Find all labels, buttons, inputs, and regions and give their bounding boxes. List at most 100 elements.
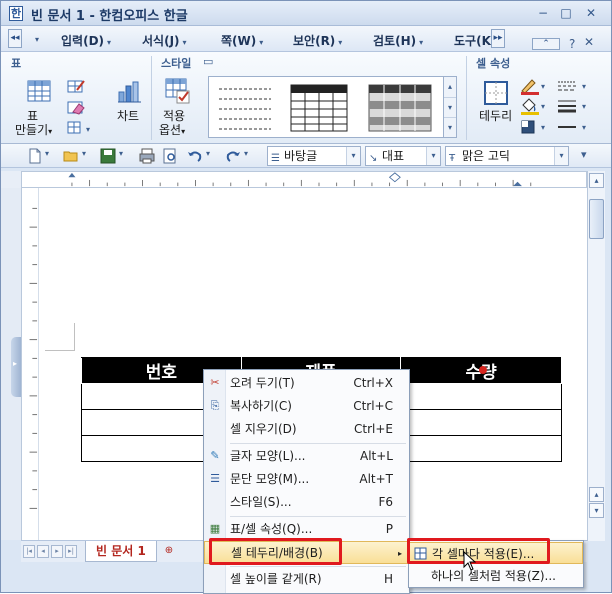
chevron-down-icon[interactable]: ▾ [244, 149, 248, 158]
scroll-up-button[interactable]: ▴ [589, 173, 604, 188]
group-separator [466, 56, 467, 140]
app-window: 한 빈 문서 1 - 한컴오피스 한글 − □ ✕ ◂◂ ▾ 입력(D) ▾ 서식… [0, 0, 612, 594]
vertical-ruler[interactable] [23, 188, 39, 540]
window-title: 빈 문서 1 - 한컴오피스 한글 [31, 9, 188, 24]
pen-color-icon[interactable]: ▾ [519, 77, 549, 95]
chevron-down-icon[interactable]: ▾ [45, 149, 49, 158]
table-props-icon: ▦ [209, 522, 221, 535]
style-combo[interactable]: ☰ 바탕글 ▾ [267, 146, 361, 166]
highlight-box [407, 538, 550, 564]
gallery-scroll[interactable]: ▴ ▾ ▾ [444, 76, 457, 138]
table-create-icon[interactable] [27, 80, 51, 102]
table-style-previews[interactable] [209, 77, 443, 137]
chevron-down-icon[interactable]: ▾ [206, 149, 210, 158]
cell-shading-icon[interactable]: ▾ [519, 118, 549, 136]
menu-format[interactable]: 서식(J) ▾ [142, 32, 187, 49]
table-edit-icon[interactable] [67, 78, 85, 94]
svg-text:▾: ▾ [541, 123, 545, 132]
ctx-item-copy[interactable]: ⎘ 복사하기(C) Ctrl+C [204, 395, 409, 418]
eraser-icon[interactable] [67, 99, 85, 115]
ctx-label: 글자 모양(L)... [230, 449, 306, 463]
ctx-label: 셀 지우기(D) [230, 422, 297, 436]
first-tab-button[interactable]: |◂ [23, 545, 35, 558]
sub-item-apply-as-one-cell[interactable]: 하나의 셀처럼 적용(Z)... [409, 565, 583, 587]
menu-security[interactable]: 보안(R) ▾ [293, 32, 342, 49]
menu-review[interactable]: 검토(H) ▾ [373, 32, 423, 49]
scroll-page-up-button[interactable]: ▴ [589, 487, 604, 502]
chevron-down-icon[interactable]: ▾ [346, 147, 360, 165]
toolbar-more-icon[interactable]: ▾ [581, 148, 587, 161]
table-cell[interactable] [400, 409, 562, 436]
scissors-icon: ✂ [210, 376, 220, 389]
table-insert-dropdown-icon[interactable]: ▾ [67, 120, 95, 136]
font-language-combo[interactable]: ↘ 대표 ▾ [365, 146, 441, 166]
open-folder-icon[interactable] [63, 148, 79, 164]
font-combo[interactable]: Ŧ 맑은 고딕 ▾ [445, 146, 569, 166]
chevron-down-icon[interactable]: ▾ [82, 149, 86, 158]
menu-page[interactable]: 쪽(W) ▾ [221, 32, 263, 49]
help-button[interactable]: ? [569, 37, 575, 51]
menu-scroll-right-button[interactable]: ▸▸ [491, 29, 505, 48]
gallery-up-button[interactable]: ▴ [444, 77, 456, 97]
undo-icon[interactable] [187, 148, 203, 164]
print-icon[interactable] [139, 148, 155, 164]
table-cell[interactable] [400, 383, 562, 410]
tab-document-1[interactable]: 빈 문서 1 [85, 541, 157, 562]
restore-button[interactable]: □ [556, 5, 576, 21]
close-button[interactable]: ✕ [581, 5, 601, 21]
scroll-page-down-button[interactable]: ▾ [589, 503, 604, 518]
next-tab-button[interactable]: ▸ [51, 545, 63, 558]
font-value: 맑은 고딕 [462, 149, 510, 163]
table-cell[interactable] [400, 435, 562, 462]
border-icon[interactable] [483, 80, 509, 106]
menu-dots: ▾ [35, 35, 40, 44]
chart-icon[interactable] [117, 80, 143, 104]
menu-tools[interactable]: 도구(K [454, 32, 491, 49]
group-separator [151, 56, 152, 140]
line-type-icon[interactable]: ▾ [556, 77, 596, 95]
horizontal-ruler[interactable] [21, 171, 587, 188]
redo-icon[interactable] [225, 148, 241, 164]
minimize-button[interactable]: − [533, 5, 553, 21]
ctx-shortcut: Ctrl+X [353, 376, 393, 390]
gallery-down-button[interactable]: ▾ [444, 97, 456, 117]
style-dialog-launcher-icon[interactable]: ▭ [203, 55, 213, 68]
menu-scroll-left-button[interactable]: ◂◂ [8, 29, 22, 48]
svg-text:▾: ▾ [582, 82, 586, 91]
ctx-item-style[interactable]: 스타일(S)... F6 [204, 491, 409, 514]
font-language-icon: ↘ [369, 153, 378, 164]
ctx-item-cut[interactable]: ✂ 오려 두기(T) Ctrl+X [204, 372, 409, 395]
last-tab-button[interactable]: ▸| [65, 545, 77, 558]
prev-tab-button[interactable]: ◂ [37, 545, 49, 558]
hwp-app-icon[interactable]: 한 [9, 6, 23, 21]
ctx-item-clear-cell[interactable]: 셀 지우기(D) Ctrl+E [204, 418, 409, 441]
fill-color-icon[interactable]: ▾ [519, 97, 549, 115]
chevron-down-icon[interactable]: ▾ [554, 147, 568, 165]
ctx-item-para-shape[interactable]: ☰ 문단 모양(M)... Alt+T [204, 468, 409, 491]
line-width-icon[interactable]: ▾ [556, 97, 596, 115]
table-style-gallery[interactable] [208, 76, 444, 138]
gallery-more-button[interactable]: ▾ [444, 117, 456, 137]
style-combo-value: 바탕글 [284, 149, 318, 163]
scroll-thumb[interactable] [589, 199, 604, 239]
print-preview-icon[interactable] [162, 148, 178, 164]
ruler-corner [1, 171, 21, 188]
ctx-item-equal-height[interactable]: 셀 높이를 같게(R) H [204, 568, 409, 591]
line-color-icon[interactable]: ▾ [556, 118, 596, 136]
chevron-down-icon[interactable]: ▾ [426, 147, 440, 165]
side-panel-handle[interactable]: ▸ [11, 337, 21, 397]
para-shape-icon: ☰ [210, 472, 220, 485]
ctx-label: 오려 두기(T) [230, 376, 295, 390]
save-icon[interactable] [100, 148, 116, 164]
group-title-table: 표 [11, 57, 22, 70]
menu-input[interactable]: 입력(D) ▾ [61, 32, 111, 49]
ctx-shortcut: Alt+T [359, 472, 393, 486]
vertical-scrollbar[interactable]: ▴ ▴ ▾ [587, 171, 605, 541]
ribbon-collapse-button[interactable]: ⌃ [532, 38, 560, 50]
chevron-down-icon[interactable]: ▾ [119, 149, 123, 158]
new-tab-icon[interactable]: ⊕ [161, 544, 177, 559]
new-document-icon[interactable] [27, 148, 43, 164]
apply-options-icon[interactable] [164, 77, 192, 105]
ribbon-close-button[interactable]: ✕ [584, 35, 594, 49]
ctx-item-char-shape[interactable]: ✎ 글자 모양(L)... Alt+L [204, 445, 409, 468]
